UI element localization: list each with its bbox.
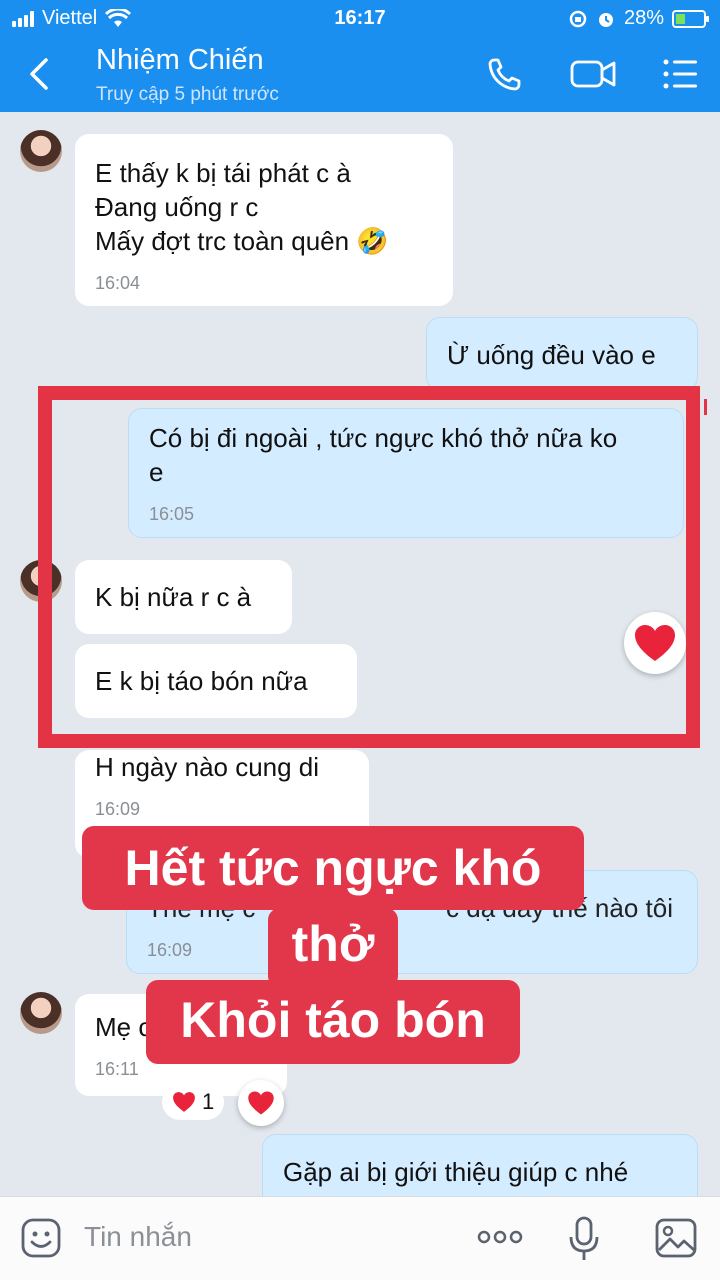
rotation-lock-icon (569, 10, 587, 27)
battery-percent: 28% (623, 7, 664, 29)
avatar[interactable] (20, 130, 62, 172)
message-text: H ngày nào cung di (95, 752, 320, 782)
message-time: 16:09 (95, 799, 141, 819)
avatar[interactable] (20, 992, 62, 1034)
heart-icon (173, 1092, 195, 1112)
sticker-face-icon[interactable] (20, 1217, 62, 1259)
overlay-caption-line3: Khỏi táo bón (146, 980, 520, 1064)
message-input[interactable]: Tin nhắn (84, 1221, 192, 1253)
highlight-marker (704, 399, 707, 415)
chat-header: Nhiệm Chiến Truy cập 5 phút trước (0, 36, 720, 112)
message-bubble-outgoing[interactable]: Gặp ai bị giới thiệu giúp c nhé (262, 1134, 698, 1196)
menu-list-icon[interactable] (660, 54, 704, 94)
chevron-left-icon[interactable] (22, 54, 56, 94)
message-bubble-outgoing[interactable]: Ừ uống đều vào e (426, 317, 698, 391)
reaction-summary[interactable]: 1 (162, 1084, 225, 1120)
message-composer: Tin nhắn (0, 1196, 720, 1280)
alarm-icon (598, 12, 613, 27)
heart-reaction-icon[interactable] (238, 1080, 284, 1126)
message-text: Ừ uống đều vào e (447, 340, 656, 370)
battery-icon (672, 9, 709, 28)
message-time: 16:09 (147, 940, 193, 960)
contact-name[interactable]: Nhiệm Chiến (96, 44, 264, 77)
last-seen-status: Truy cập 5 phút trước (96, 84, 279, 105)
more-dots-icon[interactable] (476, 1225, 524, 1249)
image-icon[interactable] (654, 1217, 698, 1259)
message-text: Gặp ai bị giới thiệu giúp c nhé (283, 1157, 629, 1187)
overlay-caption-line1: Hết tức ngực khó (82, 826, 584, 910)
status-bar: Viettel 16:17 28% (0, 0, 720, 36)
overlay-caption-line2: thở (268, 908, 398, 988)
message-bubble-incoming[interactable]: E thấy k bị tái phát c à Đang uống r c M… (75, 134, 453, 306)
message-time: 16:04 (95, 273, 141, 293)
message-text: E thấy k bị tái phát c à (95, 158, 351, 188)
microphone-icon[interactable] (566, 1215, 602, 1263)
video-camera-icon[interactable] (568, 54, 618, 94)
highlight-frame (38, 386, 700, 748)
message-list[interactable]: E thấy k bị tái phát c à Đang uống r c M… (0, 112, 720, 1196)
reaction-count: 1 (202, 1089, 215, 1114)
phone-icon[interactable] (484, 54, 528, 94)
message-text: Đang uống r c (95, 192, 259, 222)
message-text: Mấy đợt trc toàn quên 🤣 (95, 226, 389, 256)
